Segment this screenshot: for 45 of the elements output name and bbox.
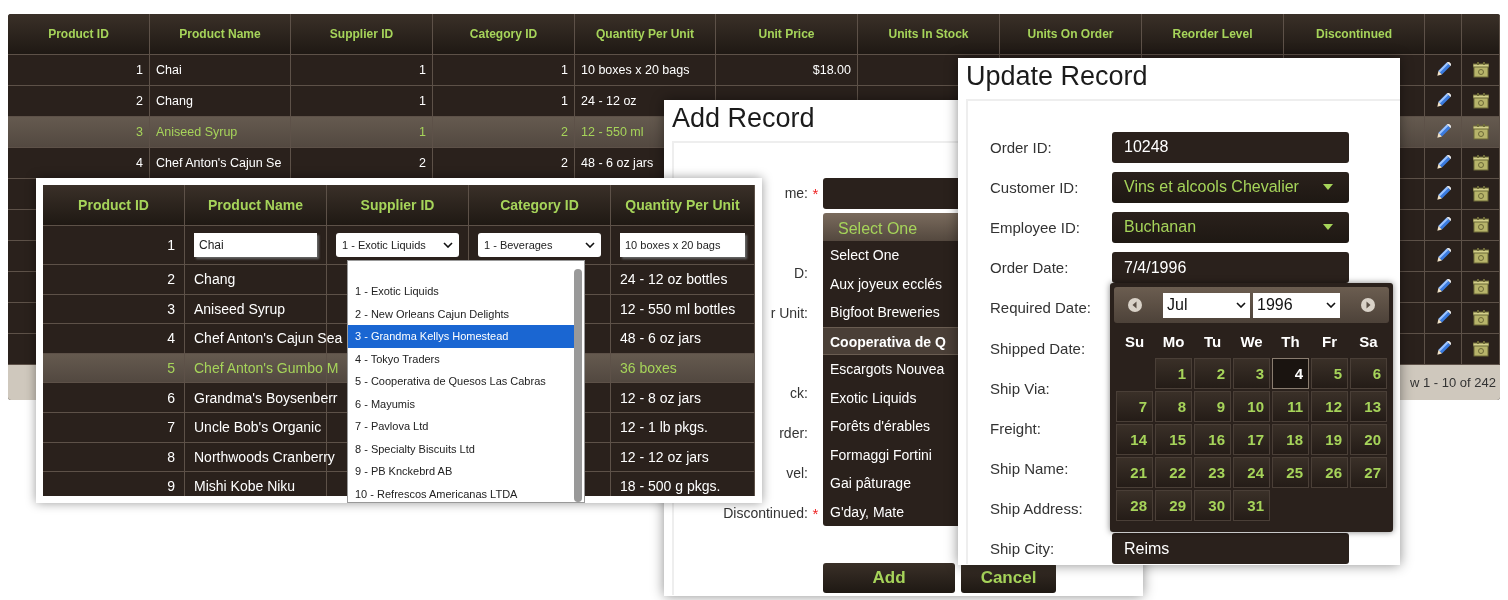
- field-label: Ship City:: [990, 540, 1056, 558]
- table-cell: 6: [43, 383, 185, 413]
- field-label: r Unit:: [770, 305, 808, 321]
- field-label: me:: [784, 185, 808, 201]
- field-label: Customer ID:: [990, 178, 1080, 196]
- table-cell: 36 boxes: [611, 353, 755, 384]
- field-label: Ship Address:: [990, 500, 1084, 518]
- field-label: rder:: [779, 425, 808, 441]
- field-label: Required Date:: [990, 299, 1092, 317]
- required-mark: *: [812, 504, 819, 522]
- field-label: Order ID:: [990, 138, 1053, 156]
- table-cell: 7: [43, 412, 185, 443]
- table-cell: 2: [43, 265, 185, 295]
- table-cell: 4: [43, 324, 185, 354]
- weekday-label: We: [1239, 331, 1264, 352]
- field-label: Shipped Date:: [990, 339, 1087, 357]
- table-cell: 5: [43, 353, 185, 384]
- field-label: ck:: [790, 385, 808, 401]
- field-label: vel:: [786, 465, 808, 481]
- pager-text: w 1 - 10 of 242: [1410, 375, 1496, 390]
- table-cell: 12 - 550 ml bottles: [611, 294, 755, 325]
- table-cell: 12 - 12 oz jars: [611, 442, 755, 473]
- field-label: Order Date:: [990, 259, 1070, 277]
- table-cell: 9: [43, 472, 185, 496]
- table-cell: 12 - 8 oz jars: [611, 383, 755, 413]
- field-label: Ship Via:: [990, 379, 1051, 397]
- weekday-label: Tu: [1202, 331, 1223, 352]
- field-label: Freight:: [990, 419, 1042, 437]
- table-cell: 1: [43, 226, 185, 265]
- table-cell: 8: [43, 442, 185, 473]
- weekday-label: Su: [1123, 331, 1146, 352]
- field-label: Ship Name:: [990, 460, 1070, 478]
- weekday-label: Mo: [1161, 331, 1186, 352]
- required-mark: *: [812, 184, 819, 202]
- weekday-label: Fr: [1321, 331, 1338, 352]
- field-label: Discontinued:: [723, 505, 808, 521]
- table-cell: 24 - 12 oz bottles: [611, 265, 755, 295]
- table-cell: 18 - 500 g pkgs.: [611, 472, 755, 496]
- weekday-label: Sa: [1358, 331, 1379, 352]
- table-cell: 48 - 6 oz jars: [611, 324, 755, 354]
- table-cell: 3: [43, 294, 185, 325]
- weekday-label: Th: [1280, 331, 1301, 352]
- field-label: D:: [794, 265, 808, 281]
- table-cell: 12 - 1 lb pkgs.: [611, 412, 755, 443]
- field-label: Employee ID:: [990, 218, 1082, 236]
